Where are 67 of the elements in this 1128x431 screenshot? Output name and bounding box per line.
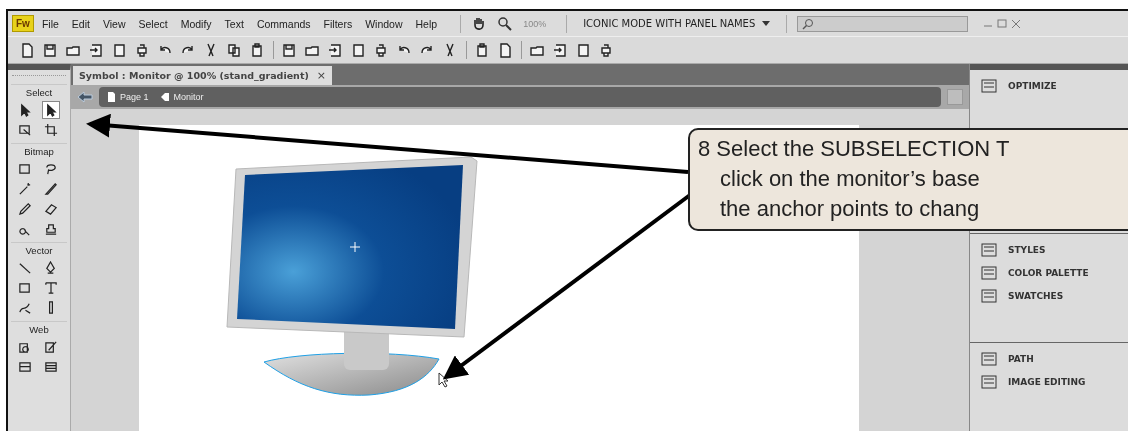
subselection-icon [44,103,58,117]
ruler-toggle-icon[interactable] [947,89,963,105]
stamp-icon [44,222,58,236]
pencil-icon [18,202,32,216]
zoom-icon[interactable] [497,15,514,32]
search-icon [802,17,815,30]
workspace-dropdown[interactable]: ICONIC MODE WITH PANEL NAMES [577,16,777,31]
menu-item[interactable]: Edit [71,17,90,30]
menu-item[interactable]: Help [415,17,438,30]
breadcrumb-item[interactable]: Monitor [160,92,204,102]
print-icon[interactable] [135,42,150,58]
document-tab[interactable]: Symbol : Monitor @ 100% (stand_gradient) × [73,66,332,85]
menu-item[interactable]: Select [138,17,168,30]
magic-wand-icon [18,182,32,196]
paste-icon[interactable] [250,42,265,58]
panel-item[interactable]: OPTIMIZE [970,74,1128,97]
menu-item[interactable]: Window [365,17,403,30]
text-tool-icon [44,281,58,295]
menu-item[interactable]: Commands [256,17,311,30]
instruction-text: 8 Select the SUBSELECTION T click on the monitor’s base the anchor points to chang [698,135,1011,223]
panel-item[interactable]: SWATCHES [970,284,1128,307]
tool-button[interactable] [42,279,60,297]
save-icon[interactable] [43,42,58,58]
panel-item[interactable]: STYLES [970,238,1128,261]
crop-icon [44,123,58,137]
line-icon [18,261,32,275]
tool-group-label: Web [11,321,67,335]
panel-item[interactable]: COLOR PALETTE [970,261,1128,284]
slice-icon [44,340,58,354]
brush-icon [44,182,58,196]
tool-group-label: Bitmap [11,143,67,157]
caret-icon [762,20,771,27]
import-icon[interactable] [89,42,104,58]
close-icon[interactable] [1010,17,1023,30]
lasso-icon [44,162,58,176]
search-field[interactable] [797,15,969,32]
menu-item[interactable]: Filters [323,17,353,30]
scale-icon [18,123,32,137]
hotspot-icon [18,340,32,354]
show-slices-icon [44,360,58,374]
page-icon [107,92,116,102]
close-tab-button[interactable]: × [316,69,326,82]
pen-icon [44,261,58,275]
tool-button[interactable] [42,180,60,198]
menu-item[interactable]: View [102,17,126,30]
menu-item[interactable]: File [41,17,59,30]
pointer-icon [18,103,32,117]
tool-group-label: Vector [11,242,67,256]
copy-icon[interactable] [227,42,242,58]
hide-slices-icon [18,360,32,374]
tool-button[interactable] [16,200,34,218]
tool-button[interactable] [42,121,60,139]
breadcrumb-item[interactable]: Page 1 [107,92,149,102]
eraser-icon [44,202,58,216]
marquee-icon [18,162,32,176]
rectangle-icon [18,281,32,295]
tool-button[interactable] [42,101,60,119]
new-document-icon[interactable] [20,42,35,58]
app-logo[interactable]: Fw [12,15,34,32]
panel-item[interactable]: PATH [970,347,1128,370]
freeform-icon [18,301,32,315]
back-arrow-icon[interactable] [77,91,93,103]
menu-item[interactable]: Modify [180,17,212,30]
menu-item[interactable]: Text [224,17,244,30]
panel-item[interactable]: IMAGE EDITING [970,370,1128,393]
tool-group-label: Select [11,84,67,98]
symbol-icon [160,92,170,102]
